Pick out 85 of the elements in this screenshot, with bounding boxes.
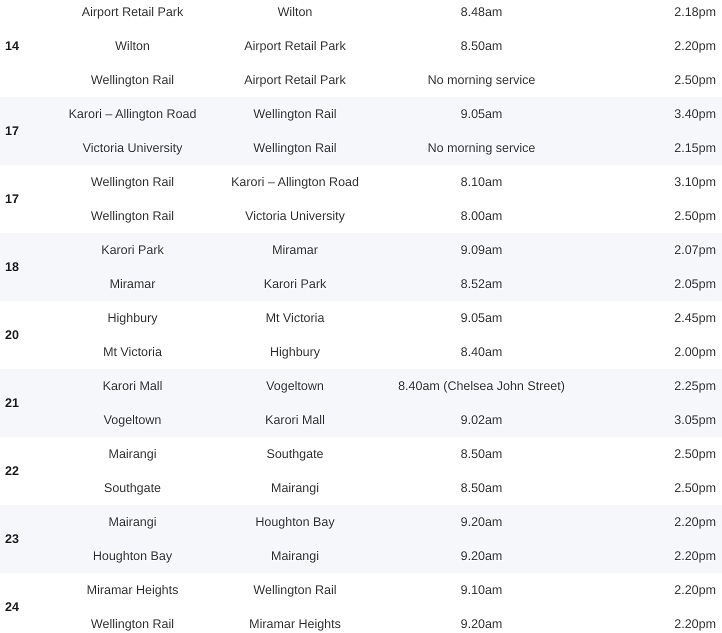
afternoon-time-cell: 2.20pm bbox=[674, 39, 716, 53]
from-cell: Vogeltown bbox=[104, 413, 162, 427]
route-number: 14 bbox=[5, 39, 19, 53]
route-number: 24 bbox=[5, 600, 19, 614]
from-cell: Miramar bbox=[110, 277, 156, 291]
morning-time-cell: 9.20am bbox=[460, 549, 502, 563]
afternoon-time-cell: 2.20pm bbox=[674, 515, 716, 529]
to-cell: Mairangi bbox=[271, 549, 319, 563]
morning-time-cell: 9.20am bbox=[460, 617, 502, 631]
to-cell: Mairangi bbox=[271, 481, 319, 495]
from-cell: Karori Mall bbox=[102, 379, 162, 393]
afternoon-time-cell: 3.40pm bbox=[674, 107, 716, 121]
from-cell: Wellington Rail bbox=[90, 175, 174, 189]
from-cell: Wilton bbox=[115, 39, 150, 53]
from-cell: Victoria University bbox=[82, 141, 182, 155]
afternoon-time-cell: 2.50pm bbox=[674, 209, 716, 223]
morning-time-cell: 9.10am bbox=[460, 583, 502, 597]
to-cell: Vogeltown bbox=[266, 379, 324, 393]
morning-time-cell: 8.50am bbox=[460, 481, 502, 495]
afternoon-time-cell: 2.45pm bbox=[674, 311, 716, 325]
morning-time-cell: No morning service bbox=[428, 141, 536, 155]
from-cell: Southgate bbox=[104, 481, 161, 495]
afternoon-time-cell: 2.00pm bbox=[674, 345, 716, 359]
morning-time-cell: 8.40am (Chelsea John Street) bbox=[398, 379, 565, 393]
from-cell: Mt Victoria bbox=[103, 345, 162, 359]
route-number: 23 bbox=[5, 532, 19, 546]
to-cell: Southgate bbox=[266, 447, 324, 461]
afternoon-time-cell: 2.07pm bbox=[674, 243, 716, 257]
afternoon-time-cell: 2.20pm bbox=[674, 617, 716, 631]
to-cell: Mt Victoria bbox=[266, 311, 324, 325]
to-cell: Karori Mall bbox=[265, 413, 325, 427]
afternoon-time-cell: 2.25pm bbox=[674, 379, 716, 393]
to-cell: Houghton Bay bbox=[255, 515, 335, 529]
to-cell: Karori Park bbox=[264, 277, 326, 291]
afternoon-time-cell: 2.50pm bbox=[674, 73, 716, 87]
from-cell: Mairangi bbox=[108, 515, 156, 529]
to-cell: Highbury bbox=[270, 345, 320, 359]
to-cell: Karori – Allington Road bbox=[231, 175, 359, 189]
route-number: 21 bbox=[5, 396, 19, 410]
afternoon-time-cell: 3.05pm bbox=[674, 413, 716, 427]
afternoon-time-cell: 2.18pm bbox=[674, 5, 716, 19]
from-cell: Airport Retail Park bbox=[82, 5, 184, 19]
from-cell: Karori – Allington Road bbox=[68, 107, 196, 121]
morning-time-cell: No morning service bbox=[428, 73, 536, 87]
to-cell: Victoria University bbox=[245, 209, 345, 223]
morning-time-cell: 9.09am bbox=[460, 243, 502, 257]
from-cell: Miramar Heights bbox=[86, 583, 178, 597]
from-cell: Wellington Rail bbox=[90, 73, 174, 87]
to-cell: Miramar bbox=[272, 243, 318, 257]
from-cell: Mairangi bbox=[108, 447, 156, 461]
morning-time-cell: 8.40am bbox=[460, 345, 502, 359]
route-number: 17 bbox=[5, 124, 19, 138]
afternoon-time-cell: 2.15pm bbox=[674, 141, 716, 155]
to-cell: Wellington Rail bbox=[253, 583, 337, 597]
route-number: 18 bbox=[5, 260, 19, 274]
from-cell: Highbury bbox=[107, 311, 158, 325]
from-cell: Wellington Rail bbox=[90, 617, 174, 631]
to-cell: Wilton bbox=[278, 5, 312, 19]
afternoon-time-cell: 3.10pm bbox=[674, 175, 716, 189]
afternoon-time-cell: 2.50pm bbox=[674, 447, 716, 461]
route-number: 20 bbox=[5, 328, 19, 342]
morning-time-cell: 8.00am bbox=[460, 209, 502, 223]
morning-time-cell: 8.50am bbox=[460, 447, 502, 461]
route-number: 22 bbox=[5, 464, 19, 478]
afternoon-time-cell: 2.50pm bbox=[674, 481, 716, 495]
route-number: 17 bbox=[5, 192, 19, 206]
afternoon-time-cell: 2.20pm bbox=[674, 583, 716, 597]
morning-time-cell: 8.52am bbox=[460, 277, 502, 291]
morning-time-cell: 8.50am bbox=[460, 39, 502, 53]
from-cell: Wellington Rail bbox=[90, 209, 174, 223]
from-cell: Karori Park bbox=[101, 243, 164, 257]
morning-time-cell: 9.05am bbox=[460, 107, 502, 121]
to-cell: Airport Retail Park bbox=[244, 73, 346, 87]
morning-time-cell: 8.48am bbox=[460, 5, 502, 19]
to-cell: Airport Retail Park bbox=[244, 39, 346, 53]
afternoon-time-cell: 2.05pm bbox=[674, 277, 716, 291]
to-cell: Wellington Rail bbox=[253, 107, 337, 121]
morning-time-cell: 9.02am bbox=[460, 413, 502, 427]
morning-time-cell: 8.10am bbox=[460, 175, 502, 189]
from-cell: Houghton Bay bbox=[92, 549, 172, 563]
to-cell: Wellington Rail bbox=[253, 141, 337, 155]
morning-time-cell: 9.20am bbox=[460, 515, 502, 529]
to-cell: Miramar Heights bbox=[249, 617, 341, 631]
morning-time-cell: 9.05am bbox=[460, 311, 502, 325]
afternoon-time-cell: 2.20pm bbox=[674, 549, 716, 563]
